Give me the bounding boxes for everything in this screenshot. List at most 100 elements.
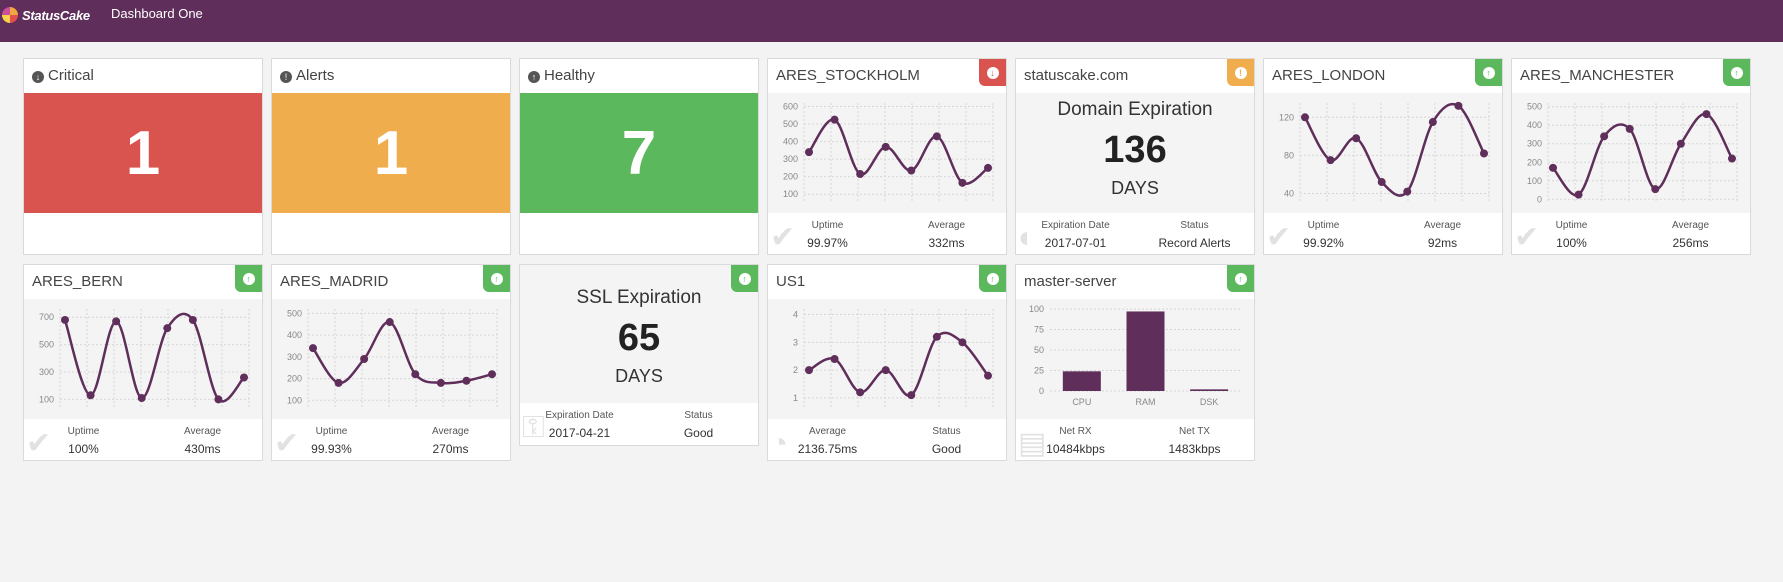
server-name: master-server: [1024, 273, 1117, 290]
data-point: [1651, 185, 1660, 194]
server-tile-master-server[interactable]: master-server ↑ 0 25 50 75 100 CPU RAM DSK ▤ Net…: [1015, 264, 1255, 461]
response-time-chart: 0 100 200 300 400 500: [1512, 93, 1750, 213]
data-point: [958, 178, 967, 187]
y-tick-label: 0: [1537, 194, 1542, 204]
y-tick-label: 100: [39, 394, 54, 404]
y-tick-label: 3: [793, 337, 798, 347]
data-point: [805, 366, 813, 375]
y-tick-label: 1: [793, 393, 798, 403]
stats-row: ✔ Uptime 100% Average 256ms: [1512, 213, 1750, 254]
test-name: ARES_MADRID: [280, 273, 389, 290]
net-rx-label: Net RX: [1059, 426, 1092, 437]
data-point: [137, 394, 146, 403]
data-point: [188, 315, 197, 324]
data-point: [214, 395, 223, 404]
ssl-expiration-tile[interactable]: ↑ SSL Expiration 65 DAYS ⚿ Expiration Da…: [519, 264, 759, 446]
y-tick-label: 25: [1034, 366, 1044, 376]
series-line: [807, 118, 989, 186]
status-up-badge: ↑: [483, 265, 510, 292]
uptime-label: Uptime: [811, 220, 844, 231]
expiration-box: SSL Expiration 65 DAYS: [520, 265, 758, 403]
data-point: [932, 332, 941, 341]
status-up-badge: ↑: [1227, 265, 1254, 292]
top-bar: StatusCake Dashboard One: [0, 0, 1783, 42]
alerts-tile[interactable]: ! Alerts 1: [271, 58, 511, 255]
status-value: Record Alerts: [1158, 236, 1231, 250]
bar-dsk: [1190, 389, 1229, 391]
data-point: [1676, 139, 1685, 148]
statuscake-logo[interactable]: StatusCake: [2, 6, 90, 24]
data-point: [1574, 190, 1583, 199]
y-tick-label: 0: [1039, 386, 1044, 396]
arrow-circle-up-icon: ↑: [528, 71, 540, 83]
data-point: [86, 391, 95, 400]
data-point: [881, 366, 890, 375]
uptime-label: Uptime: [1555, 220, 1588, 231]
healthy-tile[interactable]: ↑ Healthy 7: [519, 58, 759, 255]
status-warning-badge: !: [1227, 59, 1254, 86]
test-name: ARES_BERN: [32, 273, 123, 290]
average-label: Average: [431, 426, 470, 437]
uptime-label: Uptime: [67, 426, 100, 437]
y-tick-label: 4: [793, 310, 798, 320]
stats-row: ▤ Net RX 10484kbps Net TX 1483kbps: [1016, 419, 1254, 460]
healthy-count: 7: [520, 93, 758, 213]
series-line: [1552, 112, 1734, 197]
test-name: ARES_LONDON: [1272, 67, 1386, 84]
expiration-unit: DAYS: [615, 366, 663, 386]
y-tick-label: 100: [783, 189, 798, 199]
y-tick-label: 500: [1527, 102, 1542, 112]
uptime-value: 99.92%: [1303, 236, 1344, 250]
critical-tile[interactable]: ↓ Critical 1: [23, 58, 263, 255]
uptime-value: 100%: [68, 442, 99, 456]
average-label: Average: [1423, 220, 1462, 231]
y-tick-label: 100: [1029, 304, 1044, 314]
dashboard-title[interactable]: Dashboard One: [111, 6, 203, 21]
y-tick-label: 400: [1527, 120, 1542, 130]
response-time-chart: 1 2 3 4: [768, 299, 1006, 419]
response-time-chart: 40 80 120: [1264, 93, 1502, 213]
expiration-date-label: Expiration Date: [545, 410, 614, 421]
test-tile-ares-bern[interactable]: ARES_BERN ↑ 100 300 500 700 ✔ Uptime 100% Ave…: [23, 264, 263, 461]
y-tick-label: 100: [1527, 176, 1542, 186]
domain-expiration-tile[interactable]: statuscake.com! Domain Expiration 136 DA…: [1015, 58, 1255, 255]
average-value: 430ms: [184, 442, 221, 456]
status-up-badge: ↑: [979, 265, 1006, 292]
data-point: [830, 355, 839, 363]
uptime-label: Uptime: [315, 426, 348, 437]
data-point: [1480, 149, 1488, 158]
alerts-label: Alerts: [296, 67, 335, 84]
response-time-chart: 100 200 300 400 500 600: [768, 93, 1006, 213]
statuscake-logo-icon: [2, 7, 18, 23]
data-point: [163, 324, 172, 333]
data-point: [907, 166, 916, 175]
data-point: [1326, 156, 1335, 165]
y-tick-label: 500: [287, 308, 302, 318]
expiration-days: 136: [1103, 129, 1167, 171]
net-tx-value: 1483kbps: [1168, 442, 1221, 456]
data-point: [112, 317, 121, 326]
line-chart-svg: 1 2 3 4: [793, 309, 994, 409]
test-tile-ares-manchester[interactable]: ARES_MANCHESTER ↑ 0 100 200 300 400 500 ✔ Upti…: [1511, 58, 1751, 255]
y-tick-label: 75: [1034, 325, 1044, 335]
bar-ram: [1126, 311, 1165, 391]
y-tick-label: 40: [1284, 188, 1294, 198]
test-tile-ares-london[interactable]: ARES_LONDON ↑ 40 80 120 ✔ Uptime 99.92% Aver…: [1263, 58, 1503, 255]
data-point: [984, 371, 992, 380]
data-point: [1403, 187, 1412, 196]
uptime-value: 99.93%: [311, 442, 352, 456]
arrow-up-icon: ↑: [1482, 66, 1495, 79]
stats-row: ⚿ Expiration Date 2017-04-21 Status Good: [520, 403, 758, 445]
test-tile-us1[interactable]: US1 ↑ 1234 ◔ Average 2136.75ms Status Good: [767, 264, 1007, 461]
data-point: [436, 378, 445, 387]
expiration-title: Domain Expiration: [1057, 99, 1213, 120]
test-tile-ares-stockholm[interactable]: ARES_STOCKHOLM ↓ 100 200 300 400 500 600 ✔ Upt…: [767, 58, 1007, 255]
stats-row: ✔ Uptime 99.92% Average 92ms: [1264, 213, 1502, 254]
arrow-down-icon: ↓: [986, 66, 999, 79]
y-tick-label: 400: [783, 137, 798, 147]
data-point: [488, 370, 496, 379]
arrow-up-icon: ↑: [242, 272, 255, 285]
test-tile-ares-madrid[interactable]: ARES_MADRID ↑ 100 200 300 400 500 ✔ Uptime 99.…: [271, 264, 511, 461]
y-tick-label: 600: [783, 102, 798, 112]
data-point: [1377, 178, 1386, 187]
